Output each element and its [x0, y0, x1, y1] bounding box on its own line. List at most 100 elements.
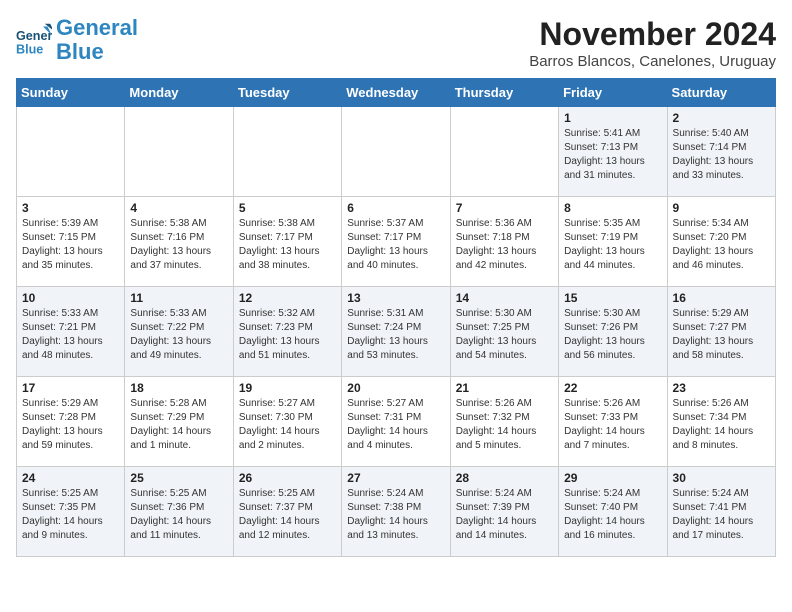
calendar-week-row: 17 Sunrise: 5:29 AM Sunset: 7:28 PM Dayli…: [17, 377, 776, 467]
weekday-header-sunday: Sunday: [17, 79, 125, 107]
calendar-table: SundayMondayTuesdayWednesdayThursdayFrid…: [16, 78, 776, 557]
logo-line1: General: [56, 15, 138, 40]
day-number: 9: [673, 201, 770, 215]
weekday-header-row: SundayMondayTuesdayWednesdayThursdayFrid…: [17, 79, 776, 107]
day-info: Sunrise: 5:29 AM Sunset: 7:27 PM Dayligh…: [673, 307, 770, 363]
day-info: Sunrise: 5:37 AM Sunset: 7:17 PM Dayligh…: [347, 217, 444, 273]
day-info: Sunrise: 5:25 AM Sunset: 7:37 PM Dayligh…: [239, 487, 336, 543]
day-info: Sunrise: 5:27 AM Sunset: 7:31 PM Dayligh…: [347, 397, 444, 453]
day-info: Sunrise: 5:24 AM Sunset: 7:39 PM Dayligh…: [456, 487, 553, 543]
calendar-cell: 11 Sunrise: 5:33 AM Sunset: 7:22 PM Dayli…: [125, 287, 233, 377]
day-number: 12: [239, 291, 336, 305]
day-number: 15: [564, 291, 661, 305]
day-info: Sunrise: 5:29 AM Sunset: 7:28 PM Dayligh…: [22, 397, 119, 453]
calendar-cell: 18 Sunrise: 5:28 AM Sunset: 7:29 PM Dayli…: [125, 377, 233, 467]
calendar-week-row: 3Sunrise: 5:39 AM Sunset: 7:15 PM Daylig…: [17, 197, 776, 287]
day-number: 4: [130, 201, 227, 215]
day-info: Sunrise: 5:30 AM Sunset: 7:26 PM Dayligh…: [564, 307, 661, 363]
day-info: Sunrise: 5:39 AM Sunset: 7:15 PM Dayligh…: [22, 217, 119, 273]
calendar-cell: 7 Sunrise: 5:36 AM Sunset: 7:18 PM Daylig…: [450, 197, 558, 287]
calendar-week-row: 24Sunrise: 5:25 AM Sunset: 7:35 PM Dayli…: [17, 467, 776, 557]
day-number: 16: [673, 291, 770, 305]
logo-text: General Blue: [56, 16, 138, 64]
day-info: Sunrise: 5:30 AM Sunset: 7:25 PM Dayligh…: [456, 307, 553, 363]
day-info: Sunrise: 5:41 AM Sunset: 7:13 PM Dayligh…: [564, 127, 661, 183]
calendar-cell: 14 Sunrise: 5:30 AM Sunset: 7:25 PM Dayli…: [450, 287, 558, 377]
calendar-cell: 8Sunrise: 5:35 AM Sunset: 7:19 PM Daylig…: [559, 197, 667, 287]
weekday-header-wednesday: Wednesday: [342, 79, 450, 107]
day-number: 29: [564, 471, 661, 485]
calendar-week-row: 1 Sunrise: 5:41 AM Sunset: 7:13 PM Daylig…: [17, 107, 776, 197]
day-number: 23: [673, 381, 770, 395]
day-number: 22: [564, 381, 661, 395]
day-number: 2: [673, 111, 770, 125]
day-number: 1: [564, 111, 661, 125]
calendar-cell: 4 Sunrise: 5:38 AM Sunset: 7:16 PM Daylig…: [125, 197, 233, 287]
day-info: Sunrise: 5:24 AM Sunset: 7:40 PM Dayligh…: [564, 487, 661, 543]
day-number: 7: [456, 201, 553, 215]
calendar-cell: 27 Sunrise: 5:24 AM Sunset: 7:38 PM Dayli…: [342, 467, 450, 557]
day-info: Sunrise: 5:24 AM Sunset: 7:38 PM Dayligh…: [347, 487, 444, 543]
day-info: Sunrise: 5:38 AM Sunset: 7:17 PM Dayligh…: [239, 217, 336, 273]
weekday-header-friday: Friday: [559, 79, 667, 107]
day-number: 18: [130, 381, 227, 395]
day-number: 27: [347, 471, 444, 485]
day-info: Sunrise: 5:34 AM Sunset: 7:20 PM Dayligh…: [673, 217, 770, 273]
calendar-cell: 12Sunrise: 5:32 AM Sunset: 7:23 PM Dayli…: [233, 287, 341, 377]
day-number: 25: [130, 471, 227, 485]
calendar-cell: 16 Sunrise: 5:29 AM Sunset: 7:27 PM Dayli…: [667, 287, 775, 377]
day-number: 17: [22, 381, 119, 395]
calendar-cell: 24Sunrise: 5:25 AM Sunset: 7:35 PM Dayli…: [17, 467, 125, 557]
day-number: 28: [456, 471, 553, 485]
calendar-cell: 2 Sunrise: 5:40 AM Sunset: 7:14 PM Daylig…: [667, 107, 775, 197]
logo-line2: Blue: [56, 39, 104, 64]
calendar-cell: 1 Sunrise: 5:41 AM Sunset: 7:13 PM Daylig…: [559, 107, 667, 197]
calendar-cell: [125, 107, 233, 197]
calendar-cell: 10 Sunrise: 5:33 AM Sunset: 7:21 PM Dayli…: [17, 287, 125, 377]
day-info: Sunrise: 5:28 AM Sunset: 7:29 PM Dayligh…: [130, 397, 227, 453]
calendar-cell: 22 Sunrise: 5:26 AM Sunset: 7:33 PM Dayli…: [559, 377, 667, 467]
svg-text:General: General: [16, 29, 52, 43]
svg-text:Blue: Blue: [16, 43, 43, 57]
page-header: General Blue General Blue November 2024 …: [16, 16, 776, 70]
day-info: Sunrise: 5:36 AM Sunset: 7:18 PM Dayligh…: [456, 217, 553, 273]
calendar-week-row: 10 Sunrise: 5:33 AM Sunset: 7:21 PM Dayli…: [17, 287, 776, 377]
calendar-cell: [233, 107, 341, 197]
day-info: Sunrise: 5:40 AM Sunset: 7:14 PM Dayligh…: [673, 127, 770, 183]
day-number: 26: [239, 471, 336, 485]
calendar-cell: 23 Sunrise: 5:26 AM Sunset: 7:34 PM Dayli…: [667, 377, 775, 467]
weekday-header-thursday: Thursday: [450, 79, 558, 107]
day-info: Sunrise: 5:26 AM Sunset: 7:33 PM Dayligh…: [564, 397, 661, 453]
calendar-cell: 25Sunrise: 5:25 AM Sunset: 7:36 PM Dayli…: [125, 467, 233, 557]
calendar-cell: 15 Sunrise: 5:30 AM Sunset: 7:26 PM Dayli…: [559, 287, 667, 377]
day-number: 24: [22, 471, 119, 485]
calendar-cell: 19Sunrise: 5:27 AM Sunset: 7:30 PM Dayli…: [233, 377, 341, 467]
calendar-cell: [17, 107, 125, 197]
calendar-cell: 6Sunrise: 5:37 AM Sunset: 7:17 PM Daylig…: [342, 197, 450, 287]
day-number: 19: [239, 381, 336, 395]
day-number: 11: [130, 291, 227, 305]
day-info: Sunrise: 5:33 AM Sunset: 7:21 PM Dayligh…: [22, 307, 119, 363]
calendar-cell: 21Sunrise: 5:26 AM Sunset: 7:32 PM Dayli…: [450, 377, 558, 467]
calendar-cell: 26 Sunrise: 5:25 AM Sunset: 7:37 PM Dayli…: [233, 467, 341, 557]
day-number: 14: [456, 291, 553, 305]
calendar-cell: 30 Sunrise: 5:24 AM Sunset: 7:41 PM Dayli…: [667, 467, 775, 557]
day-number: 13: [347, 291, 444, 305]
day-info: Sunrise: 5:38 AM Sunset: 7:16 PM Dayligh…: [130, 217, 227, 273]
day-number: 10: [22, 291, 119, 305]
weekday-header-saturday: Saturday: [667, 79, 775, 107]
day-info: Sunrise: 5:31 AM Sunset: 7:24 PM Dayligh…: [347, 307, 444, 363]
day-info: Sunrise: 5:26 AM Sunset: 7:34 PM Dayligh…: [673, 397, 770, 453]
title-block: November 2024 Barros Blancos, Canelones,…: [529, 16, 776, 70]
calendar-cell: 13 Sunrise: 5:31 AM Sunset: 7:24 PM Dayli…: [342, 287, 450, 377]
day-number: 5: [239, 201, 336, 215]
day-number: 30: [673, 471, 770, 485]
day-info: Sunrise: 5:24 AM Sunset: 7:41 PM Dayligh…: [673, 487, 770, 543]
month-title: November 2024: [529, 16, 776, 53]
calendar-cell: 9 Sunrise: 5:34 AM Sunset: 7:20 PM Daylig…: [667, 197, 775, 287]
calendar-cell: 5 Sunrise: 5:38 AM Sunset: 7:17 PM Daylig…: [233, 197, 341, 287]
day-info: Sunrise: 5:33 AM Sunset: 7:22 PM Dayligh…: [130, 307, 227, 363]
calendar-cell: 29 Sunrise: 5:24 AM Sunset: 7:40 PM Dayli…: [559, 467, 667, 557]
calendar-cell: 3Sunrise: 5:39 AM Sunset: 7:15 PM Daylig…: [17, 197, 125, 287]
calendar-cell: [342, 107, 450, 197]
